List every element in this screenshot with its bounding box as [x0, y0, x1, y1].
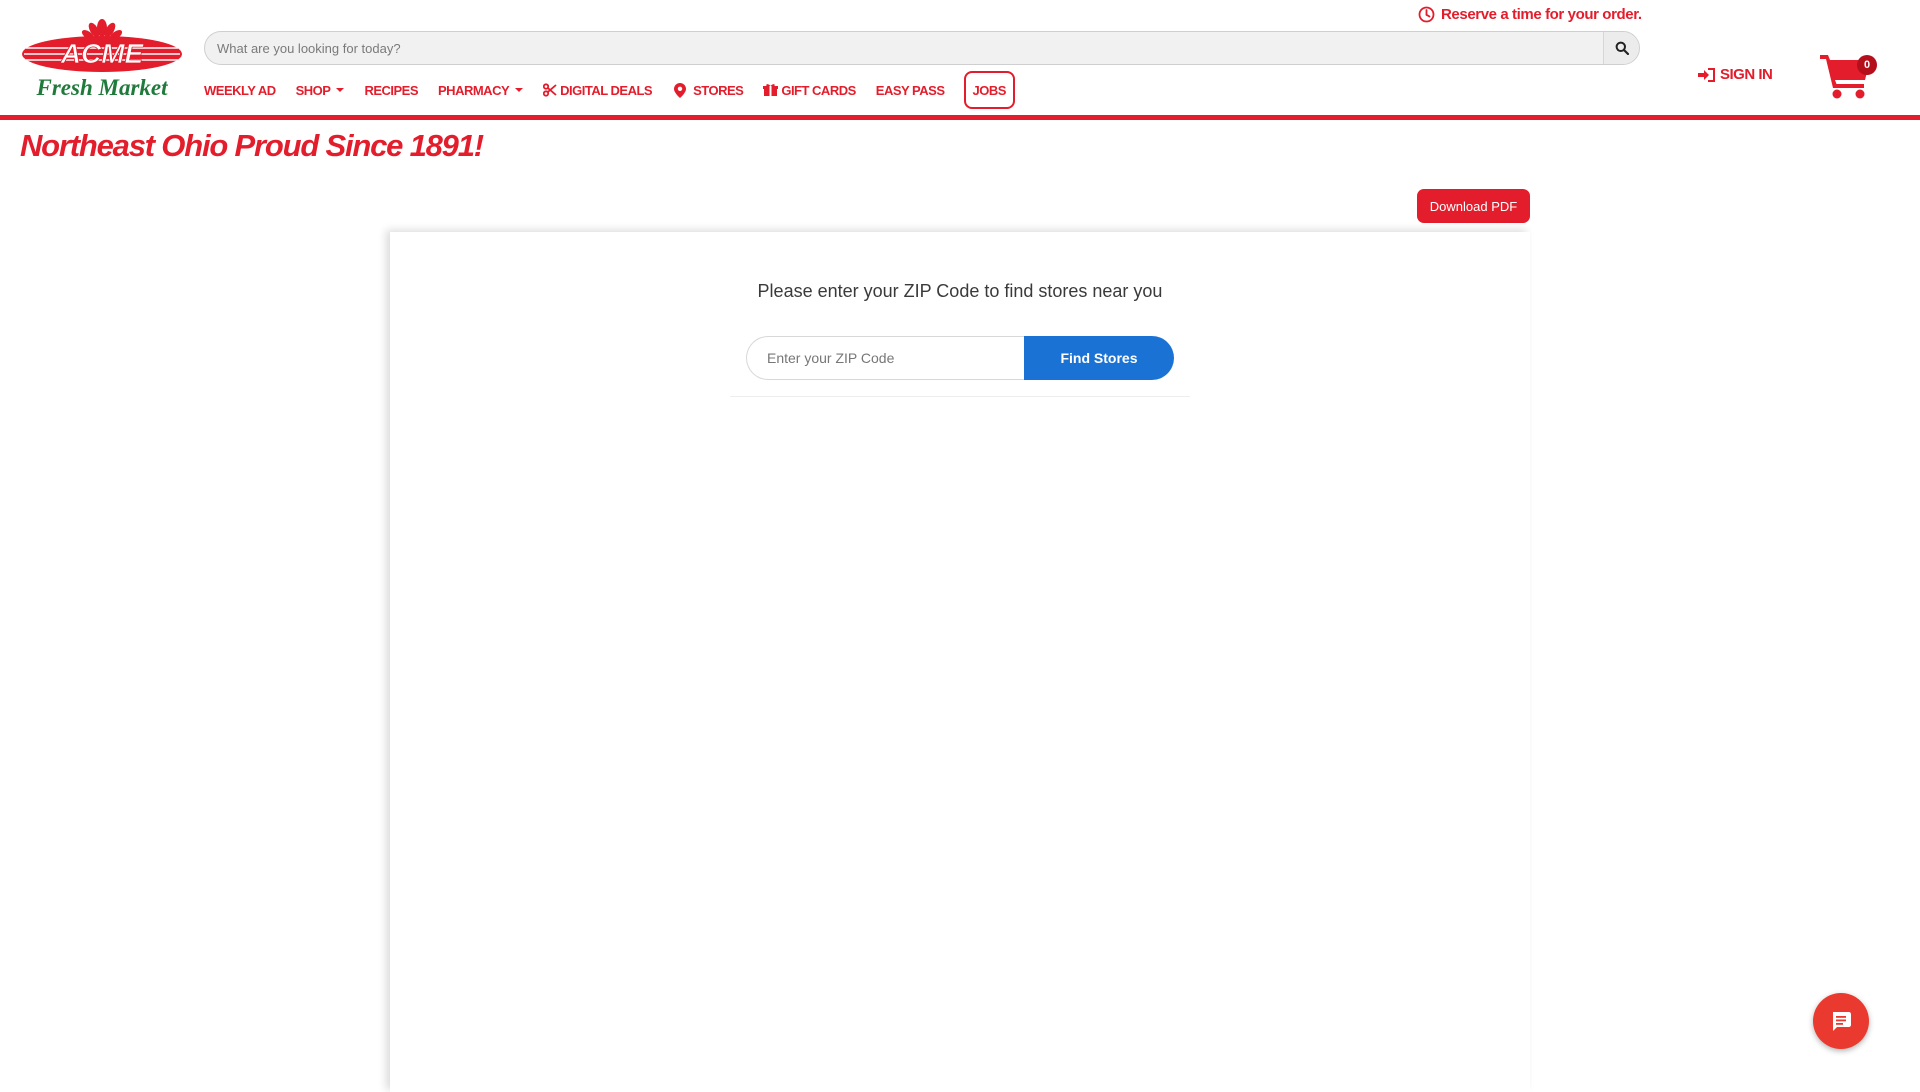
nav-weekly-ad[interactable]: WEEKLY AD — [204, 72, 276, 108]
logo-acme-text: ACME — [60, 38, 145, 69]
search-input[interactable] — [205, 32, 1605, 64]
clock-icon — [1418, 6, 1435, 22]
nav-easy-pass[interactable]: EASY PASS — [876, 72, 945, 108]
page-tagline: Northeast Ohio Proud Since 1891! — [20, 128, 484, 163]
gift-icon — [763, 84, 779, 96]
nav-pharmacy[interactable]: PHARMACY — [438, 72, 524, 108]
chat-button[interactable] — [1813, 993, 1869, 1049]
cart-count-badge: 0 — [1857, 55, 1877, 75]
zip-prompt-text: Please enter your ZIP Code to find store… — [757, 281, 1163, 301]
nav-jobs[interactable]: JOBS — [963, 71, 1015, 109]
caret-down-icon — [515, 88, 524, 92]
nav-jobs-label: JOBS — [972, 82, 1007, 98]
nav-recipes[interactable]: RECIPES — [364, 72, 418, 108]
zip-code-input[interactable] — [746, 336, 1036, 380]
nav-shop[interactable]: SHOP — [296, 72, 345, 108]
nav-gift-cards[interactable]: GIFT CARDS — [763, 72, 856, 108]
reserve-time-label: Reserve a time for your order. — [1441, 5, 1642, 23]
chat-icon — [1833, 1012, 1851, 1031]
find-stores-button[interactable]: Find Stores — [1024, 336, 1174, 380]
download-pdf-button[interactable]: Download PDF — [1417, 189, 1530, 223]
search-bar — [204, 31, 1640, 65]
nav-easy-pass-label: EASY PASS — [875, 82, 945, 98]
nav-pharmacy-label: PHARMACY — [438, 82, 510, 98]
section-divider — [730, 396, 1190, 397]
map-pin-icon — [674, 82, 687, 98]
search-icon — [1615, 41, 1629, 55]
sign-in-label: SIGN IN — [1720, 66, 1773, 83]
sign-in-link[interactable]: SIGN IN — [1698, 66, 1773, 83]
nav-stores-label: STORES — [693, 82, 744, 98]
search-button[interactable] — [1603, 32, 1639, 64]
nav-digital-deals-label: DIGITAL DEALS — [560, 82, 653, 98]
nav-stores[interactable]: STORES — [674, 72, 744, 108]
nav-digital-deals[interactable]: DIGITAL DEALS — [543, 72, 653, 108]
site-header: ACME Fresh Market Reserve a time for you… — [0, 0, 1920, 120]
nav-recipes-label: RECIPES — [364, 82, 419, 98]
caret-down-icon — [336, 88, 345, 92]
logo-fresh-market-text: Fresh Market — [36, 75, 169, 100]
main-nav: WEEKLY AD SHOP RECIPES PHARMACY DIGITAL … — [204, 71, 1035, 109]
nav-gift-cards-label: GIFT CARDS — [781, 82, 856, 98]
sign-in-icon — [1698, 67, 1715, 82]
nav-shop-label: SHOP — [295, 82, 331, 98]
reserve-time-link[interactable]: Reserve a time for your order. — [1418, 3, 1642, 25]
scissors-icon — [543, 83, 557, 97]
acme-fresh-market-logo[interactable]: ACME Fresh Market — [20, 18, 185, 102]
zip-search-form: Find Stores — [746, 336, 1174, 380]
nav-weekly-ad-label: WEEKLY AD — [204, 82, 276, 98]
